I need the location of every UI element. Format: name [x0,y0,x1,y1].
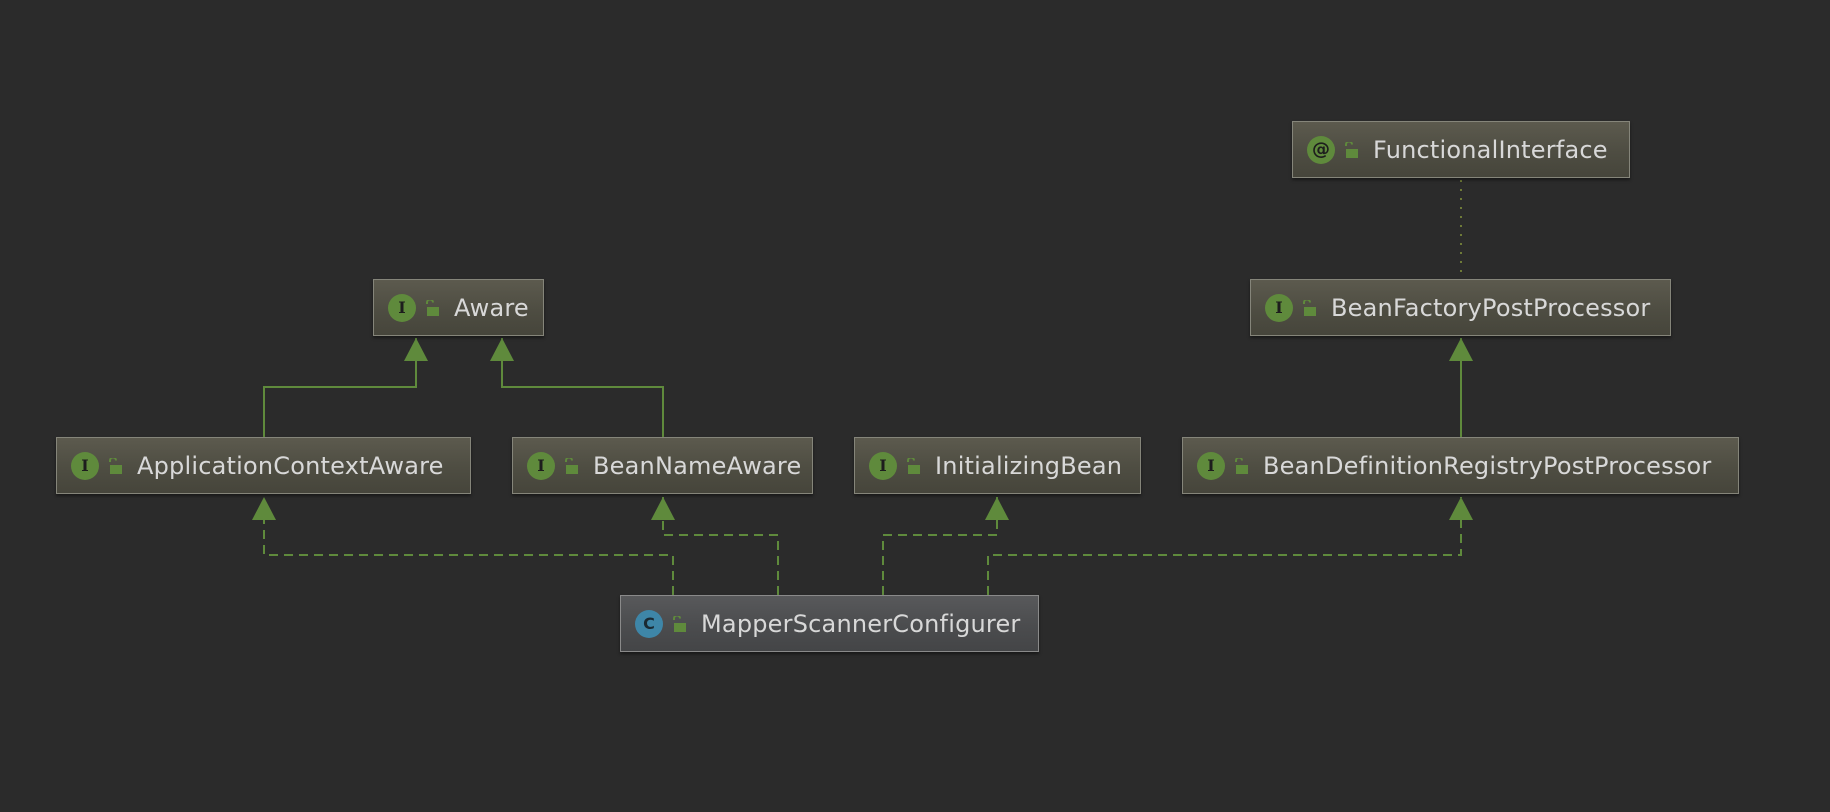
node-label: MapperScannerConfigurer [701,609,1021,638]
edge-msc-implements-initializingbean [882,497,998,595]
arrowhead-icon [651,497,675,520]
interface-icon: I [1265,293,1293,322]
edge-msc-implements-applicationcontextaware [263,497,674,595]
interface-icon: I [71,451,99,480]
node-bean-factory-post-processor[interactable]: I BeanFactoryPostProcessor [1250,279,1671,336]
node-functional-interface[interactable]: @ FunctionalInterface [1292,121,1630,178]
node-mapper-scanner-configurer[interactable]: C MapperScannerConfigurer [620,595,1039,652]
arrowhead-icon [985,497,1009,520]
unlocked-padlock-icon [1235,457,1248,474]
unlocked-padlock-icon [1303,299,1316,316]
unlocked-padlock-icon [426,299,439,316]
unlocked-padlock-icon [109,457,122,474]
node-bean-name-aware[interactable]: I BeanNameAware [512,437,813,494]
diagram-canvas: @ FunctionalInterface I Aware I BeanFact… [0,0,1830,812]
node-label: InitializingBean [935,451,1123,480]
unlocked-padlock-icon [565,457,578,474]
unlocked-padlock-icon [673,615,686,632]
class-icon: C [635,609,663,638]
interface-icon: I [1197,451,1225,480]
node-aware[interactable]: I Aware [373,279,544,336]
node-label: Aware [454,293,529,322]
node-bean-definition-registry-post-processor[interactable]: I BeanDefinitionRegistryPostProcessor [1182,437,1739,494]
node-initializing-bean[interactable]: I InitializingBean [854,437,1141,494]
node-label: ApplicationContextAware [137,451,444,480]
interface-icon: I [869,451,897,480]
interface-icon: I [388,293,416,322]
arrowhead-icon [1449,338,1473,361]
arrowhead-icon [252,497,276,520]
edge-msc-implements-beannameaware [662,497,779,595]
interface-icon: I [527,451,555,480]
edge-applicationcontextaware-extends-aware [263,338,417,437]
node-label: BeanFactoryPostProcessor [1331,293,1651,322]
arrowhead-icon [490,338,514,361]
node-label: BeanNameAware [593,451,802,480]
arrowhead-icon [404,338,428,361]
node-label: BeanDefinitionRegistryPostProcessor [1263,451,1712,480]
arrowhead-icon [1449,497,1473,520]
unlocked-padlock-icon [907,457,920,474]
node-label: FunctionalInterface [1373,135,1608,164]
edge-beannameaware-extends-aware [501,338,664,437]
unlocked-padlock-icon [1345,141,1358,158]
edge-msc-implements-bdrpp [987,497,1462,595]
node-application-context-aware[interactable]: I ApplicationContextAware [56,437,471,494]
annotation-type-icon: @ [1307,135,1335,164]
